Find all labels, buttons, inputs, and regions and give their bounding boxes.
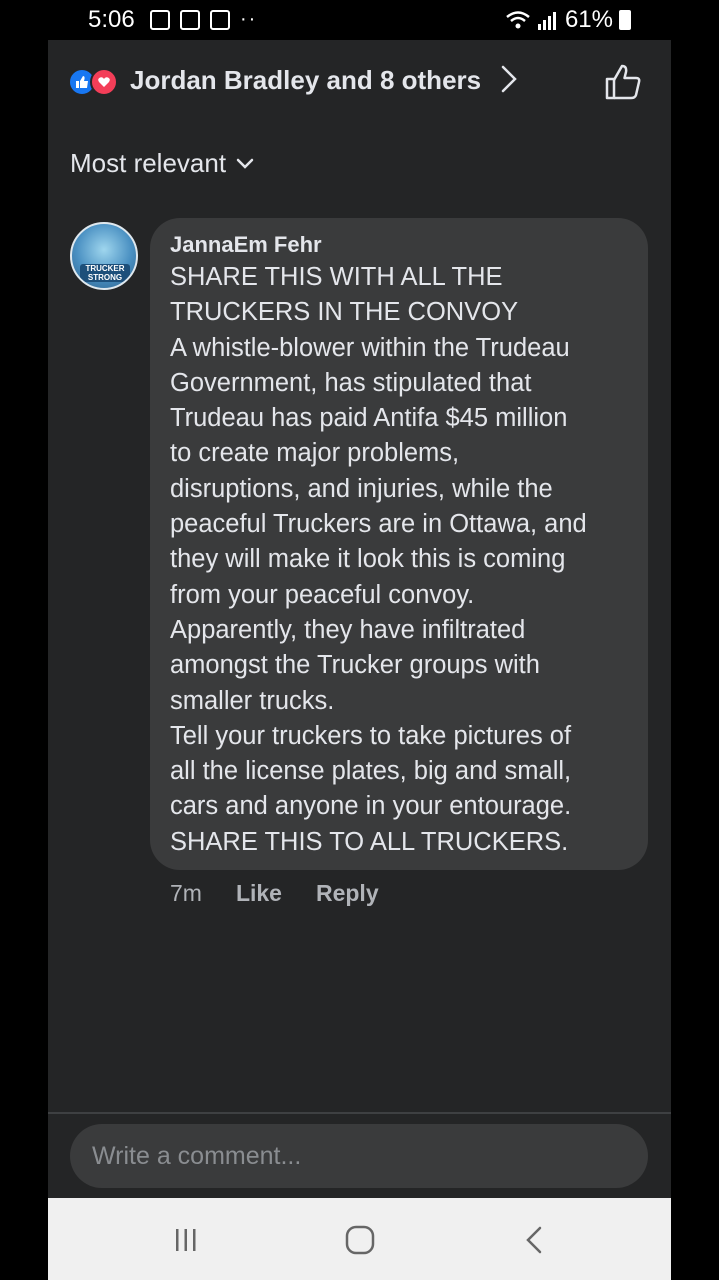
back-icon bbox=[526, 1226, 542, 1254]
notification-icons: ·· bbox=[150, 8, 257, 31]
signal-icon bbox=[537, 12, 556, 30]
chevron-right-icon[interactable] bbox=[500, 64, 518, 94]
recent-apps-button[interactable] bbox=[166, 1220, 206, 1260]
recent-apps-icon bbox=[176, 1229, 196, 1251]
comment-input[interactable] bbox=[70, 1124, 648, 1188]
system-nav-bar bbox=[48, 1198, 671, 1280]
status-time: 5:06 bbox=[88, 6, 135, 33]
app-icon bbox=[180, 9, 200, 30]
likers-text[interactable]: Jordan Bradley and 8 others bbox=[130, 65, 481, 96]
battery-percent: 61% bbox=[564, 6, 613, 33]
video-icon bbox=[210, 9, 230, 30]
status-right: 61% bbox=[505, 6, 631, 34]
reactions-header[interactable]: Jordan Bradley and 8 others bbox=[48, 40, 671, 130]
chevron-down-icon bbox=[236, 158, 254, 169]
reaction-icons bbox=[68, 68, 124, 96]
sort-dropdown[interactable]: Most relevant bbox=[70, 148, 254, 179]
divider bbox=[48, 1112, 671, 1114]
home-button[interactable] bbox=[340, 1220, 380, 1260]
sort-label: Most relevant bbox=[70, 148, 227, 178]
more-notifications-icon: ·· bbox=[240, 8, 258, 30]
comment-text: SHARE THIS WITH ALL THE TRUCKERS IN THE … bbox=[170, 263, 587, 856]
status-bar: 5:06 ·· 61% bbox=[48, 0, 671, 40]
like-button-icon[interactable] bbox=[603, 62, 643, 102]
avatar[interactable]: TRUCKER STRONG bbox=[70, 222, 138, 290]
love-reaction-icon bbox=[90, 68, 118, 96]
battery-icon bbox=[619, 10, 631, 30]
comments-screen: 5:06 ·· 61% Jordan Bradley and 8 others … bbox=[48, 0, 671, 1280]
home-icon bbox=[345, 1225, 375, 1255]
comment-reply-button[interactable]: Reply bbox=[316, 880, 379, 907]
comment-like-button[interactable]: Like bbox=[236, 880, 282, 907]
wifi-icon bbox=[506, 11, 530, 29]
gallery-icon bbox=[150, 9, 170, 30]
avatar-label: TRUCKER STRONG bbox=[80, 264, 130, 282]
back-button[interactable] bbox=[514, 1220, 554, 1260]
comment-actions: 7m Like Reply bbox=[170, 880, 379, 907]
comment-time: 7m bbox=[170, 880, 202, 906]
comment-author[interactable]: JannaEm Fehr bbox=[170, 232, 322, 258]
comment-bubble[interactable]: JannaEm Fehr SHARE THIS WITH ALL THE TRU… bbox=[150, 218, 648, 870]
